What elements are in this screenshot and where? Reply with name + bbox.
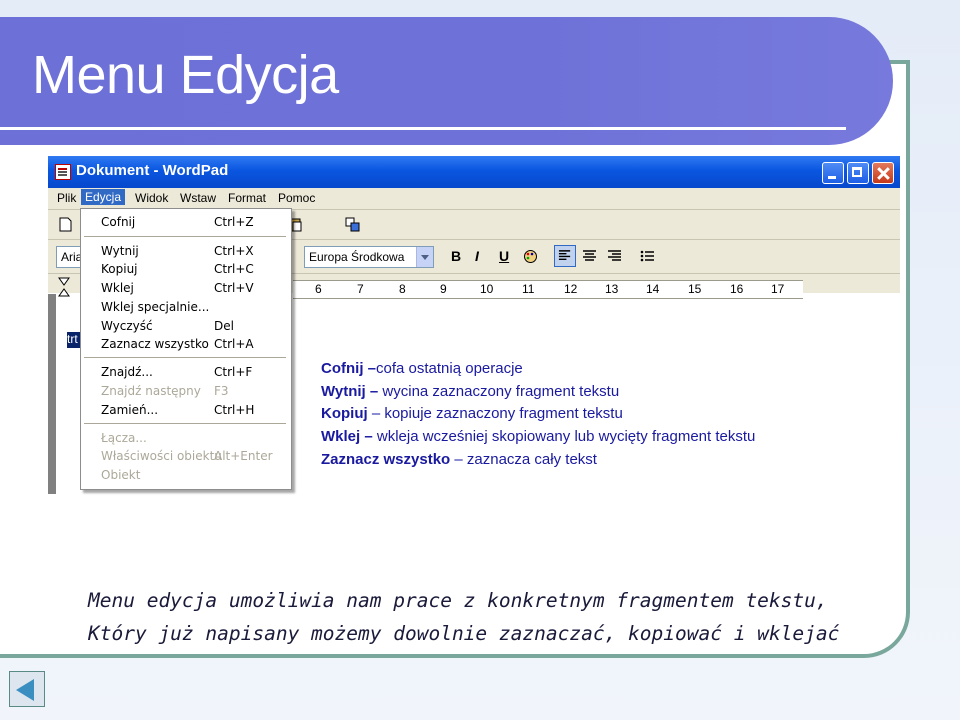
menu-separator [84, 357, 286, 358]
menu-item-object-properties[interactable]: Właściwości obiektu [101, 449, 222, 463]
menu-separator [84, 423, 286, 424]
underline-button[interactable]: U [499, 248, 509, 264]
menu-shortcut: Ctrl+C [214, 262, 254, 276]
menu-insert[interactable]: Wstaw [180, 191, 216, 205]
bullets-icon[interactable] [640, 249, 655, 264]
menu-item-clear[interactable]: Wyczyść [101, 319, 153, 333]
menu-item-paste-special[interactable]: Wklej specjalnie... [101, 300, 209, 314]
chevron-down-icon[interactable] [416, 247, 433, 267]
minimize-button[interactable] [822, 162, 844, 184]
footer-text-line1: Menu edycja umożliwia nam prace z konkre… [88, 589, 828, 612]
back-arrow-button[interactable] [9, 671, 45, 707]
insert-object-icon[interactable] [345, 217, 360, 232]
menu-shortcut: F3 [214, 384, 229, 398]
menu-item-copy[interactable]: Kopiuj [101, 262, 138, 276]
new-document-icon[interactable] [58, 217, 73, 232]
ruler-number: 8 [399, 282, 406, 296]
menu-separator [84, 236, 286, 237]
script-select-value: Europa Środkowa [309, 250, 405, 264]
indent-marker-icon[interactable] [56, 276, 74, 298]
window-title: Dokument - WordPad [76, 162, 229, 179]
ruler: 6 7 8 9 10 11 12 13 14 15 16 17 [293, 280, 803, 299]
menu-item-select-all[interactable]: Zaznacz wszystko [101, 337, 209, 351]
menu-item-cut[interactable]: Wytnij [101, 244, 139, 258]
bold-button[interactable]: B [451, 248, 461, 264]
description-term: Wklej – [321, 428, 373, 445]
menu-format[interactable]: Format [228, 191, 266, 205]
wordpad-icon [55, 164, 71, 180]
description-term: Kopiuj [321, 405, 368, 422]
description-undo: Cofnij –cofa ostatnią operacje [321, 360, 523, 377]
menu-edit[interactable]: Edycja [81, 189, 126, 205]
ruler-number: 6 [315, 282, 322, 296]
menu-shortcut: Ctrl+V [214, 281, 254, 295]
script-select[interactable]: Europa Środkowa [304, 246, 434, 268]
ruler-number: 7 [357, 282, 364, 296]
left-margin-strip [48, 294, 56, 494]
color-palette-icon[interactable] [523, 249, 538, 264]
description-text: – zaznacza cały tekst [454, 451, 597, 468]
menubar: Plik Edycja Widok Wstaw Format Pomoc [48, 188, 900, 209]
ruler-number: 14 [646, 282, 660, 296]
menu-item-paste[interactable]: Wklej [101, 281, 134, 295]
menu-shortcut: Ctrl+X [214, 244, 254, 258]
menu-item-undo[interactable]: Cofnij [101, 215, 135, 229]
ruler-number: 12 [564, 282, 578, 296]
align-left-icon [558, 250, 571, 260]
align-center-icon[interactable] [582, 249, 597, 264]
description-text: – kopiuje zaznaczony fragment tekstu [371, 405, 623, 422]
menu-shortcut: Del [214, 319, 234, 333]
menu-shortcut: Ctrl+Z [214, 215, 254, 229]
menu-help[interactable]: Pomoc [278, 191, 315, 205]
ruler-number: 16 [730, 282, 744, 296]
ruler-number: 11 [522, 282, 535, 296]
menu-item-find-next[interactable]: Znajdź następny [101, 384, 201, 398]
description-term: Zaznacz wszystko [321, 451, 451, 468]
slide-title: Menu Edycja [32, 45, 339, 105]
menu-shortcut: Ctrl+F [214, 365, 253, 379]
menu-shortcut: Ctrl+H [214, 403, 255, 417]
window-titlebar: Dokument - WordPad [48, 156, 900, 188]
align-right-icon[interactable] [607, 249, 622, 264]
footer-text-line2: Który już napisany możemy dowolnie zazna… [88, 622, 840, 645]
description-text: wycina zaznaczony fragment tekstu [382, 383, 620, 400]
maximize-button[interactable] [847, 162, 869, 184]
ruler-number: 17 [771, 282, 785, 296]
description-cut: Wytnij – wycina zaznaczony fragment teks… [321, 383, 619, 400]
title-underline [0, 127, 846, 130]
ruler-number: 15 [688, 282, 702, 296]
menu-shortcut: Alt+Enter [214, 449, 273, 463]
menu-item-replace[interactable]: Zamień... [101, 403, 158, 417]
ruler-number: 9 [440, 282, 447, 296]
description-term: Cofnij – [321, 360, 376, 377]
menu-file[interactable]: Plik [57, 191, 76, 205]
italic-button[interactable]: I [475, 248, 479, 264]
description-paste: Wklej – wkleja wcześniej skopiowany lub … [321, 428, 755, 445]
menu-shortcut: Ctrl+A [214, 337, 254, 351]
menu-view[interactable]: Widok [135, 191, 168, 205]
close-button[interactable] [872, 162, 894, 184]
ruler-number: 13 [605, 282, 619, 296]
menu-item-object[interactable]: Obiekt [101, 468, 140, 482]
menu-item-find[interactable]: Znajdź... [101, 365, 153, 379]
ruler-number: 10 [480, 282, 494, 296]
description-text: wkleja wcześniej skopiowany lub wycięty … [376, 428, 756, 445]
edit-dropdown-menu: Cofnij Ctrl+Z Wytnij Ctrl+X Kopiuj Ctrl+… [80, 208, 292, 490]
description-term: Wytnij – [321, 383, 379, 400]
description-copy: Kopiuj – kopiuje zaznaczony fragment tek… [321, 405, 623, 422]
description-select-all: Zaznacz wszystko – zaznacza cały tekst [321, 451, 597, 468]
description-text: cofa ostatnią operacje [376, 360, 523, 377]
menu-item-links[interactable]: Łącza... [101, 431, 147, 445]
align-left-button[interactable] [554, 245, 576, 267]
